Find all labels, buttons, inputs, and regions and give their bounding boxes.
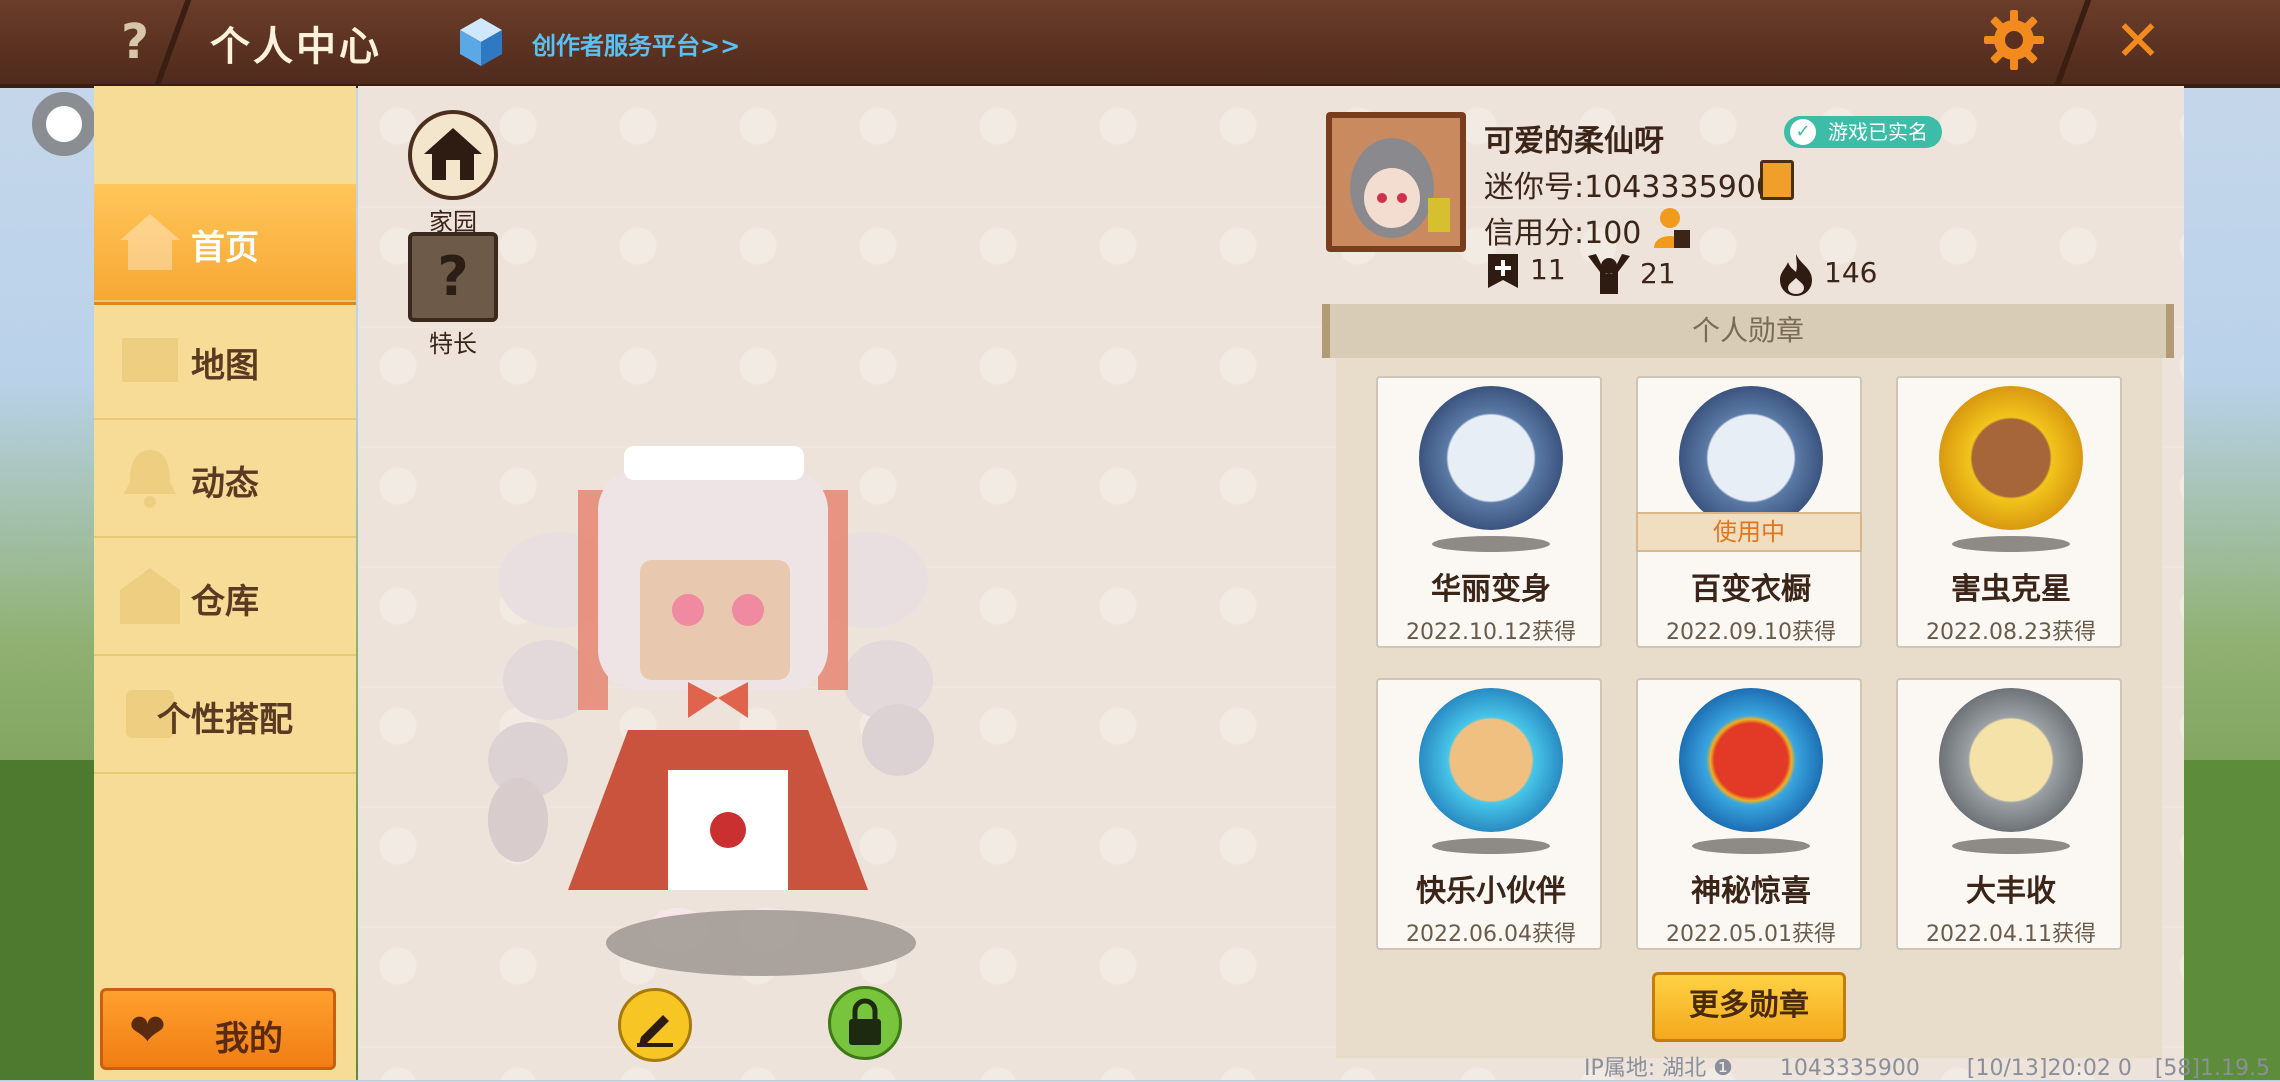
home-shortcut[interactable]: 家园 (408, 110, 498, 237)
sidebar-item-feed[interactable]: 动态 (94, 420, 356, 538)
medal-badge-icon (1679, 386, 1823, 530)
sidebar-item-outfit[interactable]: 个性搭配 (94, 656, 356, 774)
help-button[interactable]: ? (105, 10, 165, 74)
stat-add-value: 11 (1530, 253, 1566, 286)
sidebar-item-map[interactable]: 地图 (94, 302, 356, 420)
lock-avatar-button[interactable] (828, 986, 902, 1060)
question-block-icon: ? (408, 232, 498, 322)
medal-name: 大丰收 (1966, 874, 2056, 909)
edit-avatar-button[interactable] (618, 988, 692, 1062)
medal-card[interactable]: 使用中 百变衣橱 2022.09.10获得 (1636, 376, 1862, 648)
avatar-figure (488, 446, 934, 952)
medal-shadow (1952, 536, 2070, 552)
record-icon[interactable] (32, 92, 96, 156)
sidebar-item-label: 仓库 (191, 582, 259, 622)
fans-icon (1588, 254, 1630, 294)
sidebar-item-warehouse[interactable]: 仓库 (94, 538, 356, 656)
settings-gear-icon[interactable] (1982, 8, 2046, 72)
medal-shadow (1692, 838, 1810, 854)
medal-date: 2022.09.10获得 (1666, 620, 1836, 645)
copy-icon[interactable] (1760, 160, 1794, 200)
pencil-icon (637, 1015, 673, 1047)
medal-name: 百变衣橱 (1691, 572, 1811, 607)
add-friend-icon (1488, 254, 1518, 288)
medal-name: 神秘惊喜 (1691, 874, 1811, 909)
page-title: 个人中心 (210, 24, 382, 70)
profile-portrait (1332, 118, 1460, 246)
medal-name: 快乐小伙伴 (1416, 874, 1566, 909)
sidebar-item-label: 首页 (191, 228, 259, 268)
in-use-tag: 使用中 (1636, 512, 1862, 552)
sidebar-item-label: 动态 (191, 464, 259, 504)
medal-card[interactable]: 快乐小伙伴 2022.06.04获得 (1376, 678, 1602, 950)
avatar-shadow (606, 910, 916, 976)
stat-heat[interactable]: 146 (1776, 252, 1877, 296)
footer-info: IP属地: 湖北 ❶ 1043335900 [10/13]20:02 0 [58… (1584, 1050, 2270, 1082)
close-button[interactable]: ✕ (2106, 10, 2170, 74)
medal-name: 华丽变身 (1431, 572, 1551, 607)
ip-location: IP属地: 湖北 ❶ (1584, 1056, 1733, 1081)
medal-date: 2022.04.11获得 (1926, 922, 2096, 947)
stat-fans-value: 21 (1640, 257, 1676, 290)
stat-heat-value: 146 (1824, 256, 1878, 289)
mini-id: 迷你号:1043335900 (1484, 170, 1775, 205)
credit-person-icon[interactable] (1652, 206, 1692, 250)
sidebar-item-home[interactable]: 首页 (94, 184, 356, 302)
medal-card[interactable]: 神秘惊喜 2022.05.01获得 (1636, 678, 1862, 950)
my-button-label: 我的 (215, 1019, 283, 1059)
medal-badge-icon (1419, 688, 1563, 832)
my-button[interactable]: ❤ 我的 (100, 988, 336, 1070)
medal-badge-icon (1679, 688, 1823, 832)
nickname: 可爱的柔仙呀 (1484, 124, 1664, 159)
player-avatar[interactable] (448, 430, 988, 990)
profile-avatar[interactable] (1326, 112, 1466, 252)
medal-shadow (1432, 838, 1550, 854)
sidebar-item-label: 个性搭配 (157, 700, 293, 740)
medal-date: 2022.06.04获得 (1406, 922, 1576, 947)
medal-date: 2022.08.23获得 (1926, 620, 2096, 645)
background-scenery-left (0, 760, 95, 1080)
medal-section-header: 个人勋章 (1322, 304, 2174, 358)
medal-badge-icon (1939, 386, 2083, 530)
medal-shadow (1432, 536, 1550, 552)
verified-label: 游戏已实名 (1828, 120, 1928, 144)
medal-date: 2022.10.12获得 (1406, 620, 1576, 645)
more-medals-button[interactable]: 更多勋章 (1652, 972, 1846, 1042)
person-check-icon: ✓ (1790, 119, 1816, 145)
lock-icon (849, 998, 881, 1045)
fire-icon (1780, 254, 1812, 296)
medal-card[interactable]: 华丽变身 2022.10.12获得 (1376, 376, 1602, 648)
medal-card[interactable]: 害虫克星 2022.08.23获得 (1896, 376, 2122, 648)
sidebar-item-label: 地图 (191, 346, 259, 386)
real-name-verified-badge: ✓ 游戏已实名 (1784, 116, 1942, 148)
stat-add[interactable]: 11 (1484, 252, 1566, 290)
creator-cube-icon[interactable] (458, 16, 504, 68)
top-bar: ? 个人中心 创作者服务平台>> ✕ (0, 0, 2280, 88)
medal-date: 2022.05.01获得 (1666, 922, 1836, 947)
special-shortcut-label: 特长 (429, 330, 477, 358)
version: [58]1.19.5 (2154, 1056, 2270, 1081)
stat-fans[interactable]: 21 (1586, 252, 1676, 298)
divider (2054, 0, 2092, 84)
special-shortcut[interactable]: ? 特长 (408, 232, 498, 359)
heart-icon: ❤ (129, 1005, 166, 1056)
medal-name: 害虫克星 (1951, 572, 2071, 607)
footer-id: 1043335900 (1779, 1056, 1920, 1081)
build-time: [10/13]20:02 0 (1966, 1056, 2132, 1081)
credit-score: 信用分:100 (1484, 216, 1642, 251)
medal-shadow (1952, 838, 2070, 854)
house-icon (408, 110, 498, 200)
medal-badge-icon (1939, 688, 2083, 832)
sidebar: 首页 地图 动态 仓库 个性搭配 (94, 86, 356, 1080)
medal-badge-icon (1419, 386, 1563, 530)
background-scenery-right (2180, 760, 2280, 1080)
creator-platform-link[interactable]: 创作者服务平台>> (532, 26, 740, 61)
medal-card[interactable]: 大丰收 2022.04.11获得 (1896, 678, 2122, 950)
